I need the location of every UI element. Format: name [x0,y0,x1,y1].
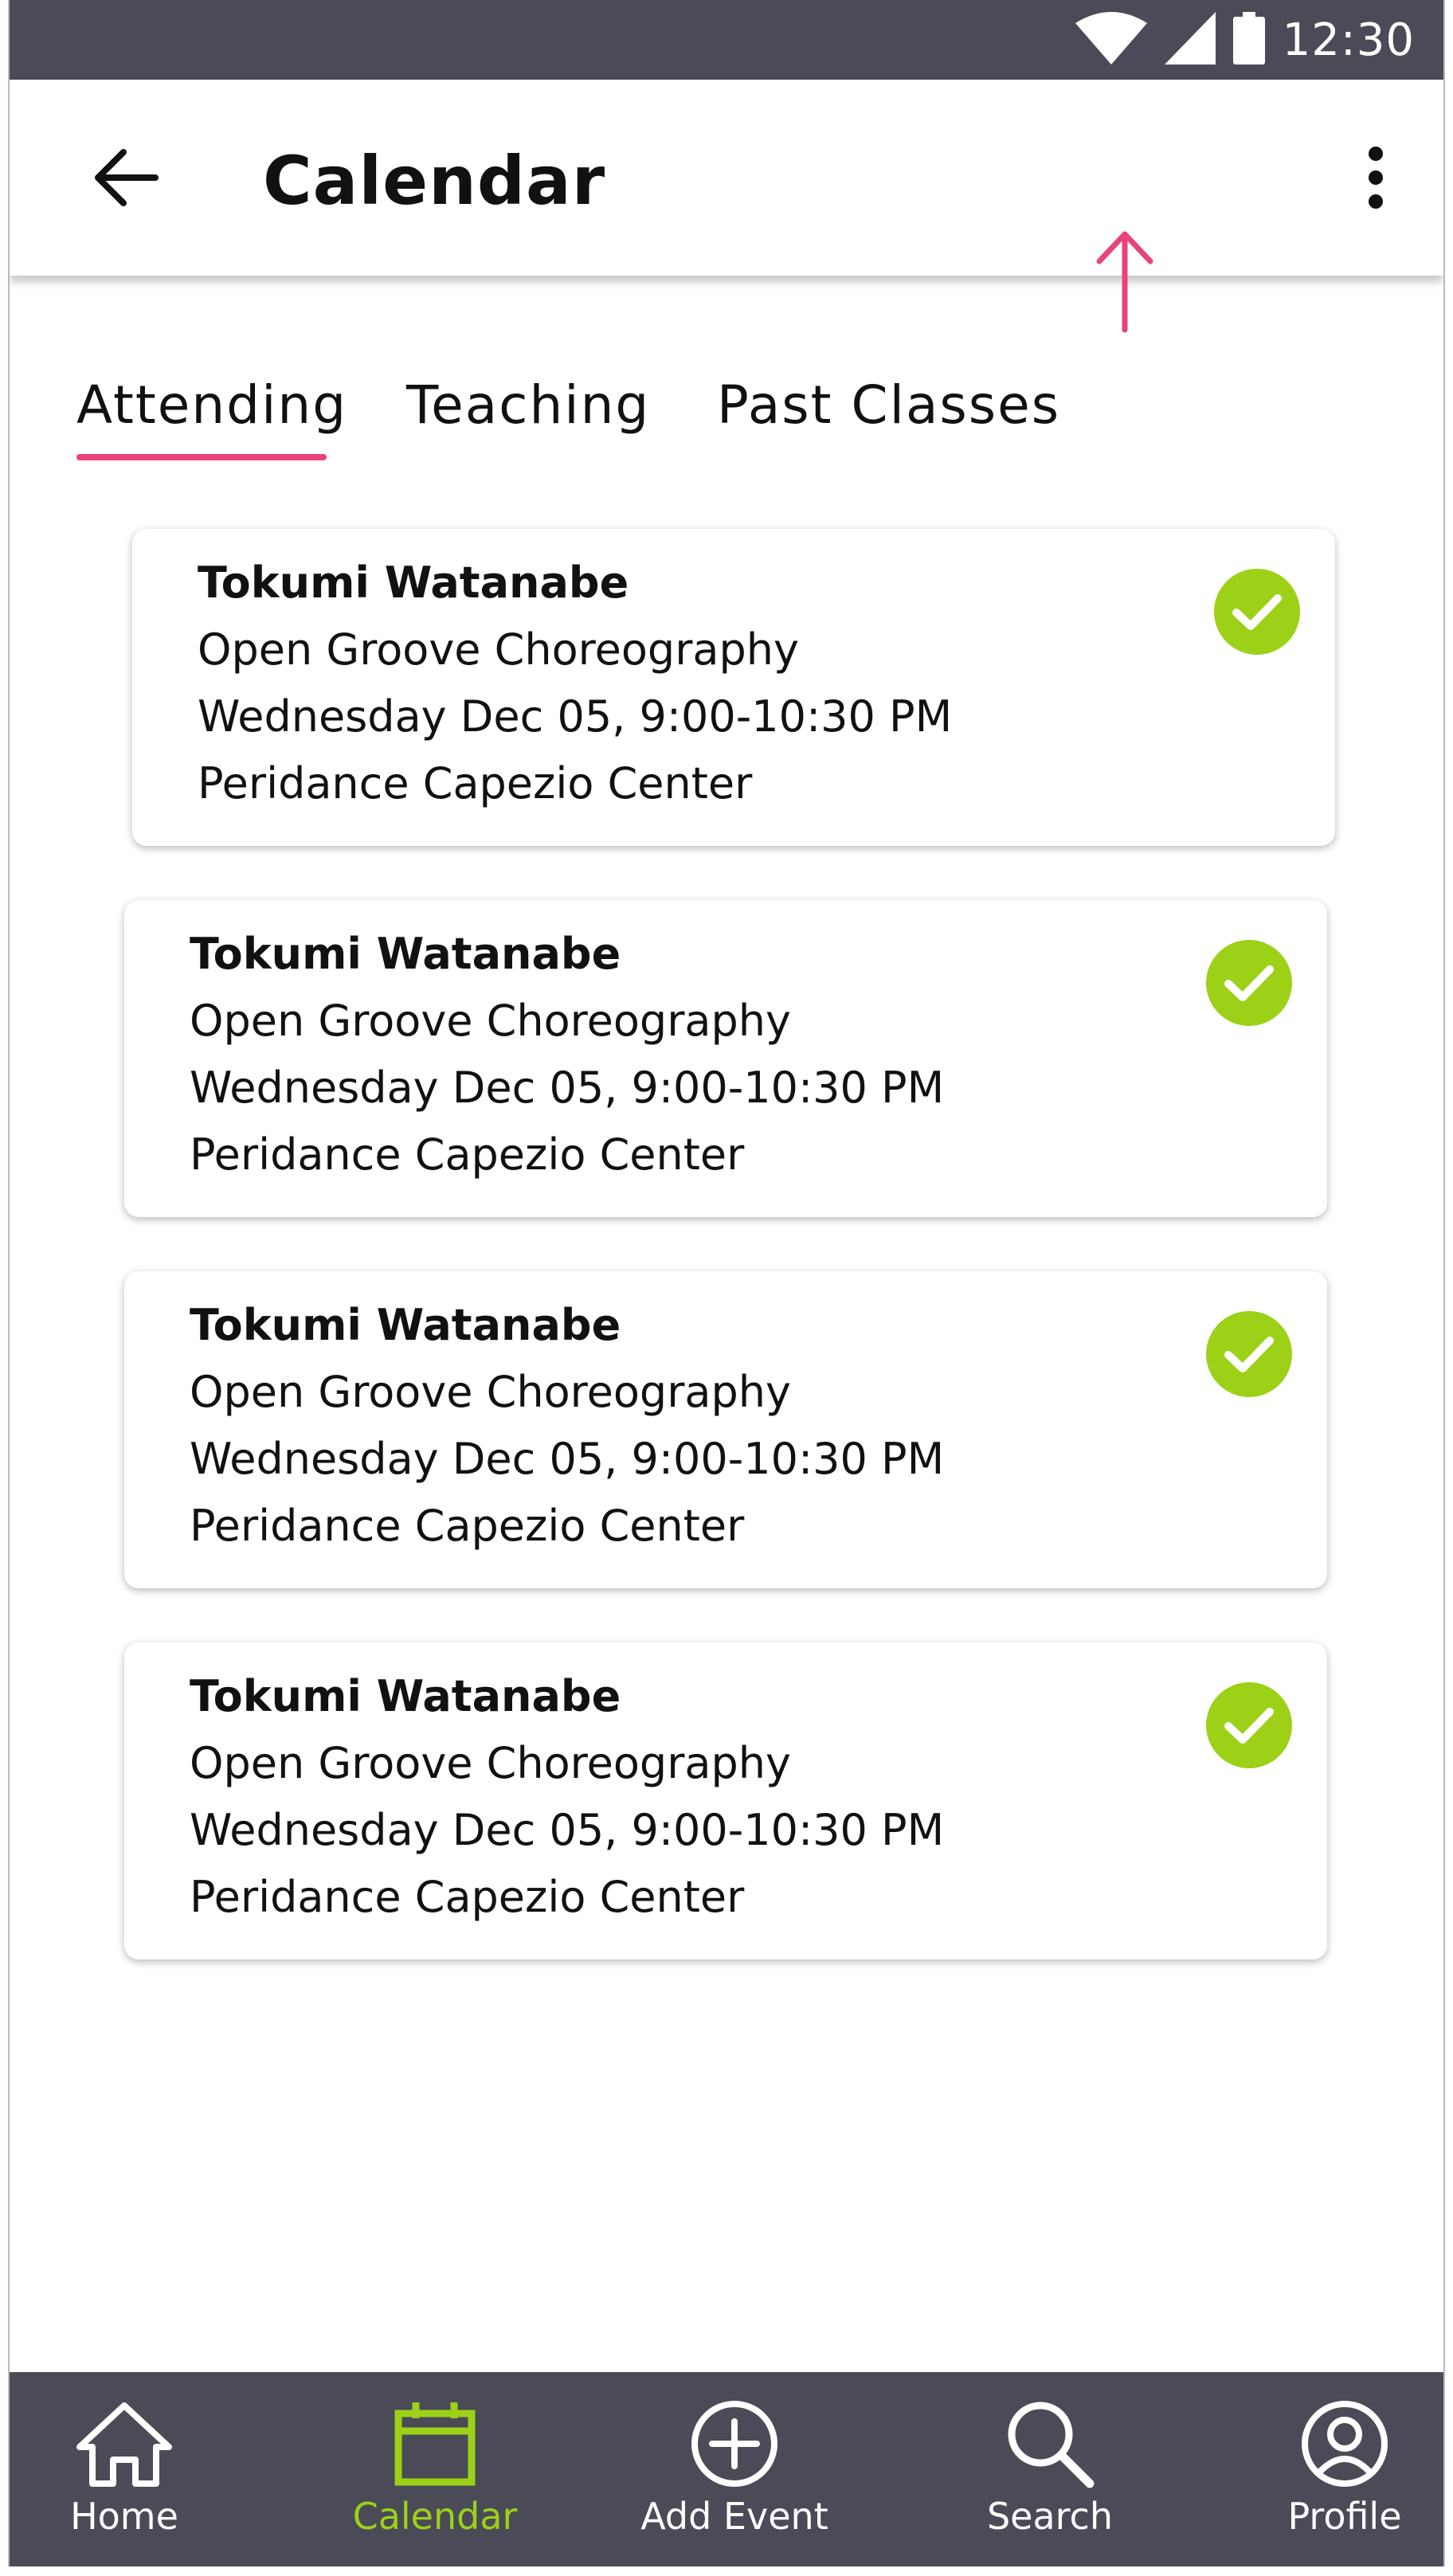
page-title: Calendar [263,142,606,220]
bottom-navigation: Home Calendar Add Event Search Profile [10,2372,1443,2566]
event-card[interactable]: Tokumi Watanabe Open Groove Choreography… [132,529,1335,846]
event-class-name: Open Groove Choreography [190,1367,791,1417]
nav-search[interactable]: Search [946,2372,1153,2566]
more-options-button[interactable] [1340,135,1412,223]
nav-search-label: Search [986,2495,1114,2538]
phone-frame: 12:30 Calendar Attending Teaching Past C… [8,0,1445,2566]
home-icon [75,2396,174,2492]
event-venue: Peridance Capezio Center [198,758,753,808]
event-venue: Peridance Capezio Center [190,1501,745,1551]
arrow-up-icon [1093,229,1157,336]
status-icons: 12:30 [1075,0,1415,80]
event-instructor: Tokumi Watanabe [190,929,621,979]
wifi-icon [1075,12,1147,68]
event-card[interactable]: Tokumi Watanabe Open Groove Choreography… [124,1642,1327,1959]
nav-home[interactable]: Home [21,2372,228,2566]
battery-icon [1232,12,1265,68]
tab-attending[interactable]: Attending [76,374,347,436]
more-vert-icon [1366,146,1385,213]
tab-bar: Attending Teaching Past Classes [10,350,1443,470]
event-venue: Peridance Capezio Center [190,1872,745,1922]
nav-calendar[interactable]: Calendar [331,2372,539,2566]
nav-calendar-label: Calendar [352,2495,518,2538]
event-instructor: Tokumi Watanabe [190,1671,621,1721]
event-card[interactable]: Tokumi Watanabe Open Groove Choreography… [124,900,1327,1217]
calendar-icon [394,2396,476,2492]
nav-profile[interactable]: Profile [1241,2372,1443,2566]
nav-add-event-label: Add Event [640,2495,828,2538]
tab-teaching[interactable]: Teaching [406,374,650,436]
event-datetime: Wednesday Dec 05, 9:00-10:30 PM [190,1434,945,1484]
event-class-name: Open Groove Choreography [190,1738,791,1788]
check-circle-icon [1206,940,1292,1026]
profile-icon [1300,2396,1389,2492]
event-card[interactable]: Tokumi Watanabe Open Groove Choreography… [124,1271,1327,1588]
check-circle-icon [1206,1311,1292,1397]
app-bar: Calendar [10,80,1443,276]
event-datetime: Wednesday Dec 05, 9:00-10:30 PM [190,1063,945,1113]
check-circle-icon [1214,569,1300,655]
status-time: 12:30 [1282,14,1415,66]
event-class-name: Open Groove Choreography [190,996,791,1046]
add-circle-icon [690,2396,779,2492]
back-button[interactable] [81,135,169,223]
event-datetime: Wednesday Dec 05, 9:00-10:30 PM [198,691,953,742]
nav-profile-label: Profile [1287,2495,1402,2538]
status-bar: 12:30 [10,0,1443,80]
event-instructor: Tokumi Watanabe [190,1300,621,1350]
check-circle-icon [1206,1682,1292,1768]
event-datetime: Wednesday Dec 05, 9:00-10:30 PM [190,1805,945,1855]
nav-add-event[interactable]: Add Event [631,2372,838,2566]
event-class-name: Open Groove Choreography [198,624,799,675]
event-venue: Peridance Capezio Center [190,1129,745,1180]
active-tab-indicator [76,454,327,460]
arrow-left-icon [92,149,159,209]
nav-home-label: Home [70,2495,178,2538]
search-icon [1005,2396,1095,2492]
event-instructor: Tokumi Watanabe [198,558,629,608]
tab-past-classes[interactable]: Past Classes [717,374,1060,436]
signal-icon [1164,12,1216,68]
